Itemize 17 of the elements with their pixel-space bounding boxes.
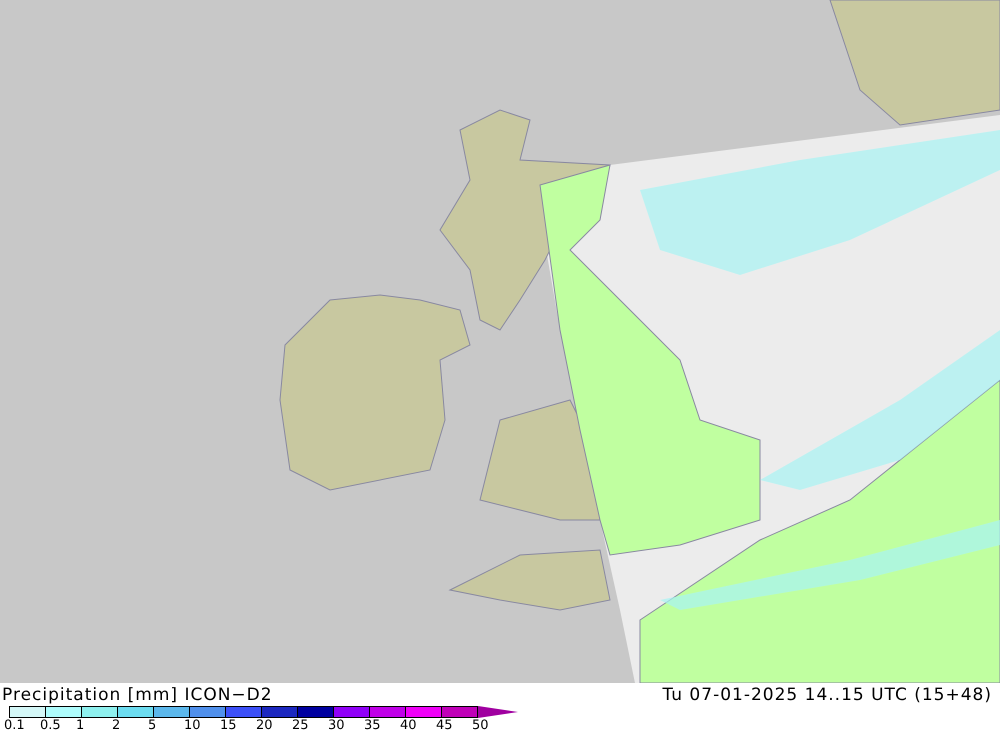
scale-label: 1 bbox=[76, 718, 84, 733]
scale-label: 50 bbox=[472, 718, 489, 733]
legend-title: Precipitation [mm] ICON−D2 bbox=[2, 685, 273, 705]
scale-label: 5 bbox=[148, 718, 156, 733]
scale-label: 15 bbox=[220, 718, 237, 733]
scale-label: 40 bbox=[400, 718, 417, 733]
scale-label: 0.5 bbox=[40, 718, 61, 733]
scale-label: 2 bbox=[112, 718, 120, 733]
scale-label: 10 bbox=[184, 718, 201, 733]
scale-label: 25 bbox=[292, 718, 309, 733]
scale-label: 30 bbox=[328, 718, 345, 733]
valid-time: Tu 07-01-2025 14..15 UTC (15+48) bbox=[662, 685, 992, 705]
scale-label: 20 bbox=[256, 718, 273, 733]
scale-arrow-icon bbox=[478, 706, 518, 718]
scale-label: 35 bbox=[364, 718, 381, 733]
scale-label: 45 bbox=[436, 718, 453, 733]
scale-label: 0.1 bbox=[4, 718, 25, 733]
